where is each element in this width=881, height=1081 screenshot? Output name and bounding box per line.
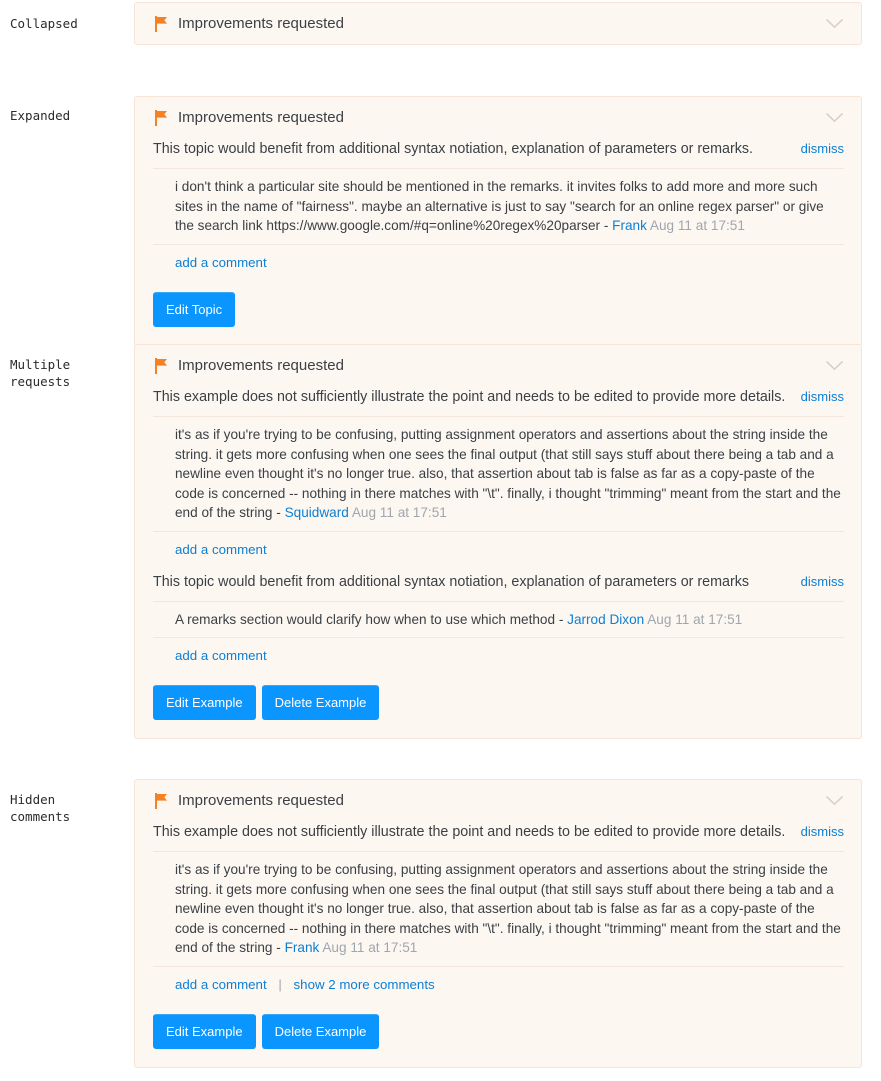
comment-author[interactable]: Frank: [612, 218, 647, 233]
button-row: Edit Example Delete Example: [135, 1006, 861, 1067]
comment-body: A remarks section would clarify how when…: [175, 611, 568, 627]
panel-body: This example does not sufficiently illus…: [135, 821, 861, 1006]
delete-example-button[interactable]: Delete Example: [261, 1013, 380, 1049]
request-text: This example does not sufficiently illus…: [153, 389, 786, 405]
panel-title: Improvements requested: [178, 109, 344, 126]
edit-topic-button[interactable]: Edit Topic: [153, 291, 236, 327]
panel-header[interactable]: Improvements requested: [135, 97, 861, 138]
improvement-request: This example does not sufficiently illus…: [153, 821, 844, 1006]
request-head: This topic would benefit from additional…: [153, 138, 844, 169]
request-head: This topic would benefit from additional…: [153, 571, 844, 602]
chevron-down-icon[interactable]: [825, 112, 844, 123]
comment-actions: add a comment: [153, 532, 844, 569]
add-a-comment-link[interactable]: add a comment: [175, 542, 267, 557]
dismiss-link[interactable]: dismiss: [801, 572, 844, 591]
comment-actions: add a comment: [153, 638, 844, 675]
request-text: This example does not sufficiently illus…: [153, 824, 786, 840]
comment-list: i don't think a particular site should b…: [153, 169, 844, 245]
comment-body: it's as if you're trying to be confusing…: [175, 427, 841, 520]
dismiss-link[interactable]: dismiss: [801, 387, 844, 406]
comment-body: it's as if you're trying to be confusing…: [175, 862, 841, 955]
comment-actions: add a comment: [153, 245, 844, 282]
comment-actions: add a comment | show 2 more comments: [153, 967, 844, 1004]
chevron-down-icon[interactable]: [825, 795, 844, 806]
panel-body: This example does not sufficiently illus…: [135, 386, 861, 677]
row-label-expanded: Expanded: [10, 108, 71, 123]
comment-list: it's as if you're trying to be confusing…: [153, 852, 844, 967]
edit-example-button[interactable]: Edit Example: [153, 1013, 256, 1049]
comment-timestamp: Aug 11 at 17:51: [649, 218, 745, 233]
improvement-request: This topic would benefit from additional…: [153, 571, 844, 678]
request-text: This topic would benefit from additional…: [153, 573, 750, 590]
comment-author[interactable]: Frank: [285, 940, 320, 955]
flag-icon: [155, 792, 167, 809]
row-label-collapsed: Collapsed: [10, 16, 78, 31]
comment: A remarks section would clarify how when…: [153, 602, 844, 638]
button-row: Edit Topic: [135, 284, 861, 345]
dismiss-link[interactable]: dismiss: [801, 822, 844, 841]
row-label-hidden-comments: Hidden comments: [10, 792, 71, 824]
request-text: This topic would benefit from additional…: [153, 141, 753, 157]
panel-header[interactable]: Improvements requested: [135, 780, 861, 821]
button-row: Edit Example Delete Example: [135, 677, 861, 738]
comment: it's as if you're trying to be confusing…: [153, 417, 844, 532]
flag-icon: [155, 109, 167, 126]
add-a-comment-link[interactable]: add a comment: [175, 255, 267, 270]
request-head: This example does not sufficiently illus…: [153, 821, 844, 852]
notice-panel-hidden[interactable]: Improvements requested This example does…: [134, 779, 862, 1068]
panel-title: Improvements requested: [178, 15, 344, 32]
show-more-comments-link[interactable]: show 2 more comments: [294, 977, 435, 992]
comment: it's as if you're trying to be confusing…: [153, 852, 844, 967]
request-head: This example does not sufficiently illus…: [153, 386, 844, 417]
chevron-down-icon[interactable]: [825, 18, 844, 29]
comment-timestamp: Aug 11 at 17:51: [322, 940, 418, 955]
page-root: Collapsed Improvements requested Expande…: [0, 0, 881, 1081]
chevron-down-icon[interactable]: [825, 360, 844, 371]
comment-timestamp: Aug 11 at 17:51: [351, 505, 447, 520]
comment-author[interactable]: Squidward: [285, 505, 349, 520]
panel-title: Improvements requested: [178, 792, 344, 809]
add-a-comment-link[interactable]: add a comment: [175, 977, 267, 992]
panel-body: This topic would benefit from additional…: [135, 138, 861, 284]
row-label-multiple-requests: Multiple requests: [10, 357, 71, 389]
flag-icon: [155, 15, 167, 32]
comment-list: A remarks section would clarify how when…: [153, 602, 844, 638]
comment-timestamp: Aug 11 at 17:51: [647, 611, 743, 627]
flag-icon: [155, 357, 167, 374]
comment-author[interactable]: Jarrod Dixon: [567, 612, 644, 627]
improvement-request: This topic would benefit from additional…: [153, 138, 844, 284]
notice-panel-collapsed[interactable]: Improvements requested: [134, 2, 862, 45]
notice-panel-expanded[interactable]: Improvements requested This topic would …: [134, 96, 862, 346]
dismiss-link[interactable]: dismiss: [801, 139, 844, 158]
panel-header[interactable]: Improvements requested: [135, 3, 861, 44]
add-a-comment-link[interactable]: add a comment: [175, 648, 267, 663]
notice-panel-multiple[interactable]: Improvements requested This example does…: [134, 344, 862, 739]
delete-example-button[interactable]: Delete Example: [261, 685, 380, 720]
action-separator: |: [278, 976, 282, 992]
panel-title: Improvements requested: [178, 357, 344, 374]
panel-header[interactable]: Improvements requested: [135, 345, 861, 386]
edit-example-button[interactable]: Edit Example: [153, 685, 256, 720]
comment-list: it's as if you're trying to be confusing…: [153, 417, 844, 532]
comment: i don't think a particular site should b…: [153, 169, 844, 245]
improvement-request: This example does not sufficiently illus…: [153, 386, 844, 571]
